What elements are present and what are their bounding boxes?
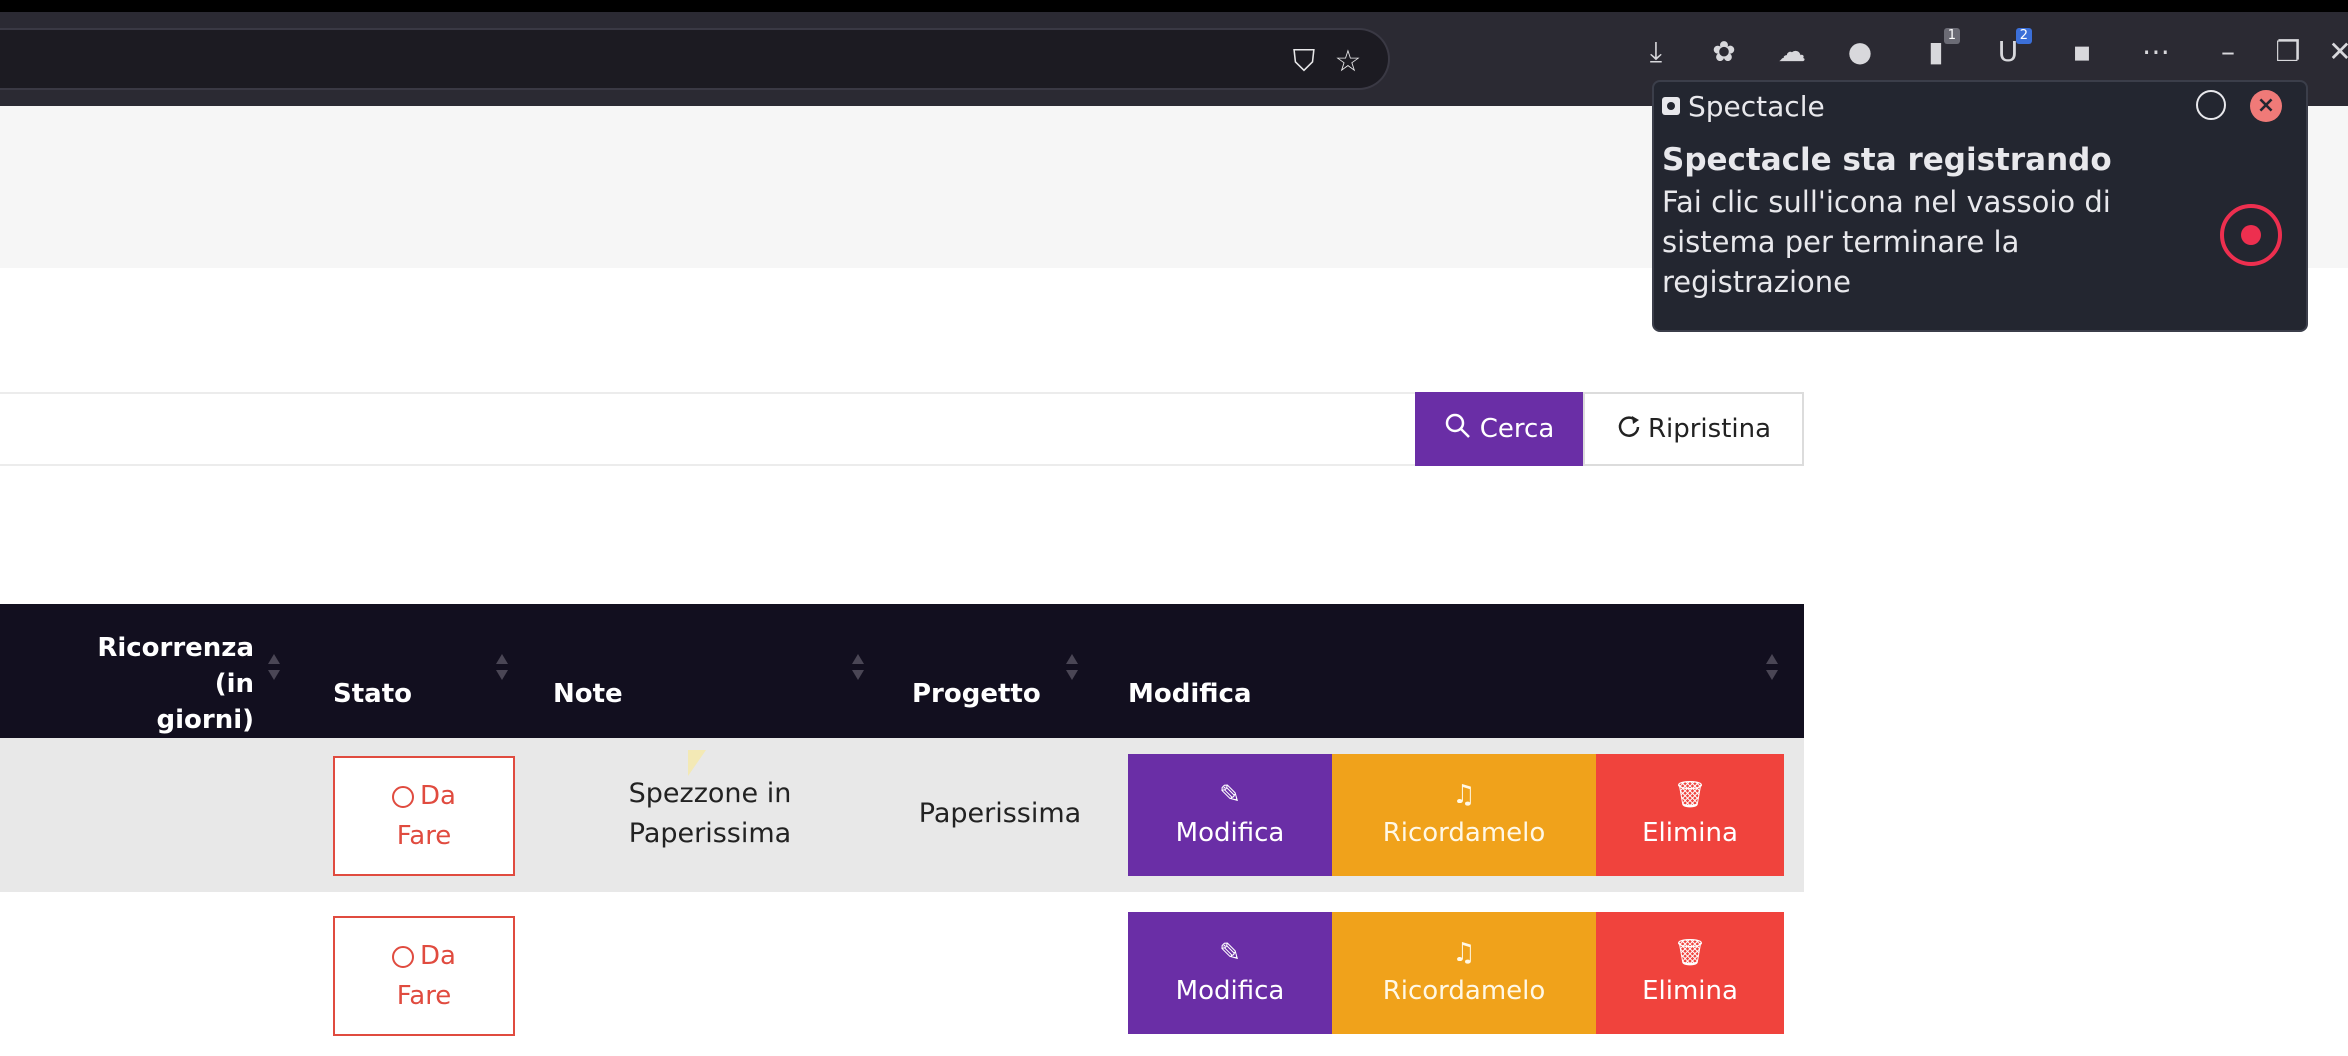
notification-settings-icon[interactable]: [2196, 90, 2226, 120]
delete-button[interactable]: 🗑 Elimina: [1596, 754, 1784, 876]
record-icon[interactable]: [2220, 204, 2282, 266]
extensions-icon[interactable]: ✿: [1706, 34, 1742, 70]
search-icon: [1444, 412, 1472, 447]
notification-close-icon[interactable]: ×: [2250, 90, 2282, 122]
url-bar[interactable]: ⛉ ☆: [0, 28, 1390, 90]
project-cell: Paperissima: [918, 798, 1082, 829]
close-window-icon[interactable]: ✕: [2322, 34, 2348, 70]
trash-icon: 🗑: [1673, 938, 1707, 968]
sort-progetto-icon[interactable]: [1066, 654, 1078, 684]
restore-icon[interactable]: ❐: [2270, 34, 2306, 70]
delete-button[interactable]: 🗑 Elimina: [1596, 912, 1784, 1034]
circle-icon: [392, 786, 415, 808]
trash-icon[interactable]: ▪: [2064, 34, 2100, 70]
header-stato[interactable]: Stato: [333, 676, 412, 712]
header-progetto[interactable]: Progetto: [912, 676, 1041, 712]
notification-body: Fai clic sull'icona nel vassoio di siste…: [1662, 185, 2111, 299]
extension-badge-1-icon[interactable]: ▮ 1: [1918, 28, 1960, 70]
spectacle-app-icon: [1662, 97, 1680, 115]
circle-icon: [392, 946, 415, 968]
trash-icon: 🗑: [1673, 780, 1707, 810]
header-ricorrenza[interactable]: Ricorrenza (in giorni): [54, 630, 254, 738]
spectacle-notification[interactable]: Spectacle × Spectacle sta registrando Fa…: [1652, 80, 2308, 332]
download-icon[interactable]: ⤓: [1638, 34, 1674, 70]
table-row: Da Fare Spezzone in Paperissima Paperiss…: [0, 738, 1804, 892]
table-header: Ricorrenza (in giorni) Stato Note Proget…: [0, 604, 1804, 738]
notification-header: Spectacle: [1662, 88, 1825, 124]
shield-icon[interactable]: ⛉: [1286, 44, 1322, 80]
sort-modifica-icon[interactable]: [1766, 654, 1778, 684]
extension-owl-icon[interactable]: ●: [1842, 34, 1878, 70]
extension-badge-2-icon[interactable]: U2: [1990, 28, 2032, 70]
table-row: Da Fare ✎ Modifica ♫ Ricordamelo 🗑 Elimi…: [0, 902, 1804, 1056]
minimize-icon[interactable]: –: [2210, 34, 2246, 70]
more-icon[interactable]: ⋯: [2138, 34, 2174, 70]
edit-button[interactable]: ✎ Modifica: [1128, 912, 1332, 1034]
mouse-cursor: [688, 750, 706, 776]
sort-note-icon[interactable]: [852, 654, 864, 684]
sort-ricorrenza-icon[interactable]: [268, 654, 280, 684]
search-button[interactable]: Cerca: [1415, 392, 1583, 466]
extension-icon[interactable]: ☁: [1774, 34, 1810, 70]
notification-title: Spectacle sta registrando: [1662, 142, 2112, 178]
star-icon[interactable]: ☆: [1330, 44, 1366, 80]
remind-button[interactable]: ♫ Ricordamelo: [1332, 912, 1596, 1034]
sort-stato-icon[interactable]: [496, 654, 508, 684]
header-modifica[interactable]: Modifica: [1128, 676, 1252, 712]
status-badge[interactable]: Da Fare: [333, 756, 515, 876]
status-badge[interactable]: Da Fare: [333, 916, 515, 1036]
edit-icon: ✎: [1219, 780, 1241, 810]
top-screen-strip: [0, 0, 2348, 12]
remind-button[interactable]: ♫ Ricordamelo: [1332, 754, 1596, 876]
bell-icon: ♫: [1452, 780, 1476, 810]
edit-button[interactable]: ✎ Modifica: [1128, 754, 1332, 876]
header-note[interactable]: Note: [553, 676, 623, 712]
refresh-icon: [1616, 413, 1642, 446]
reset-button[interactable]: Ripristina: [1583, 392, 1804, 466]
bell-icon: ♫: [1452, 938, 1476, 968]
edit-icon: ✎: [1219, 938, 1241, 968]
note-cell: Spezzone in Paperissima: [628, 778, 792, 849]
